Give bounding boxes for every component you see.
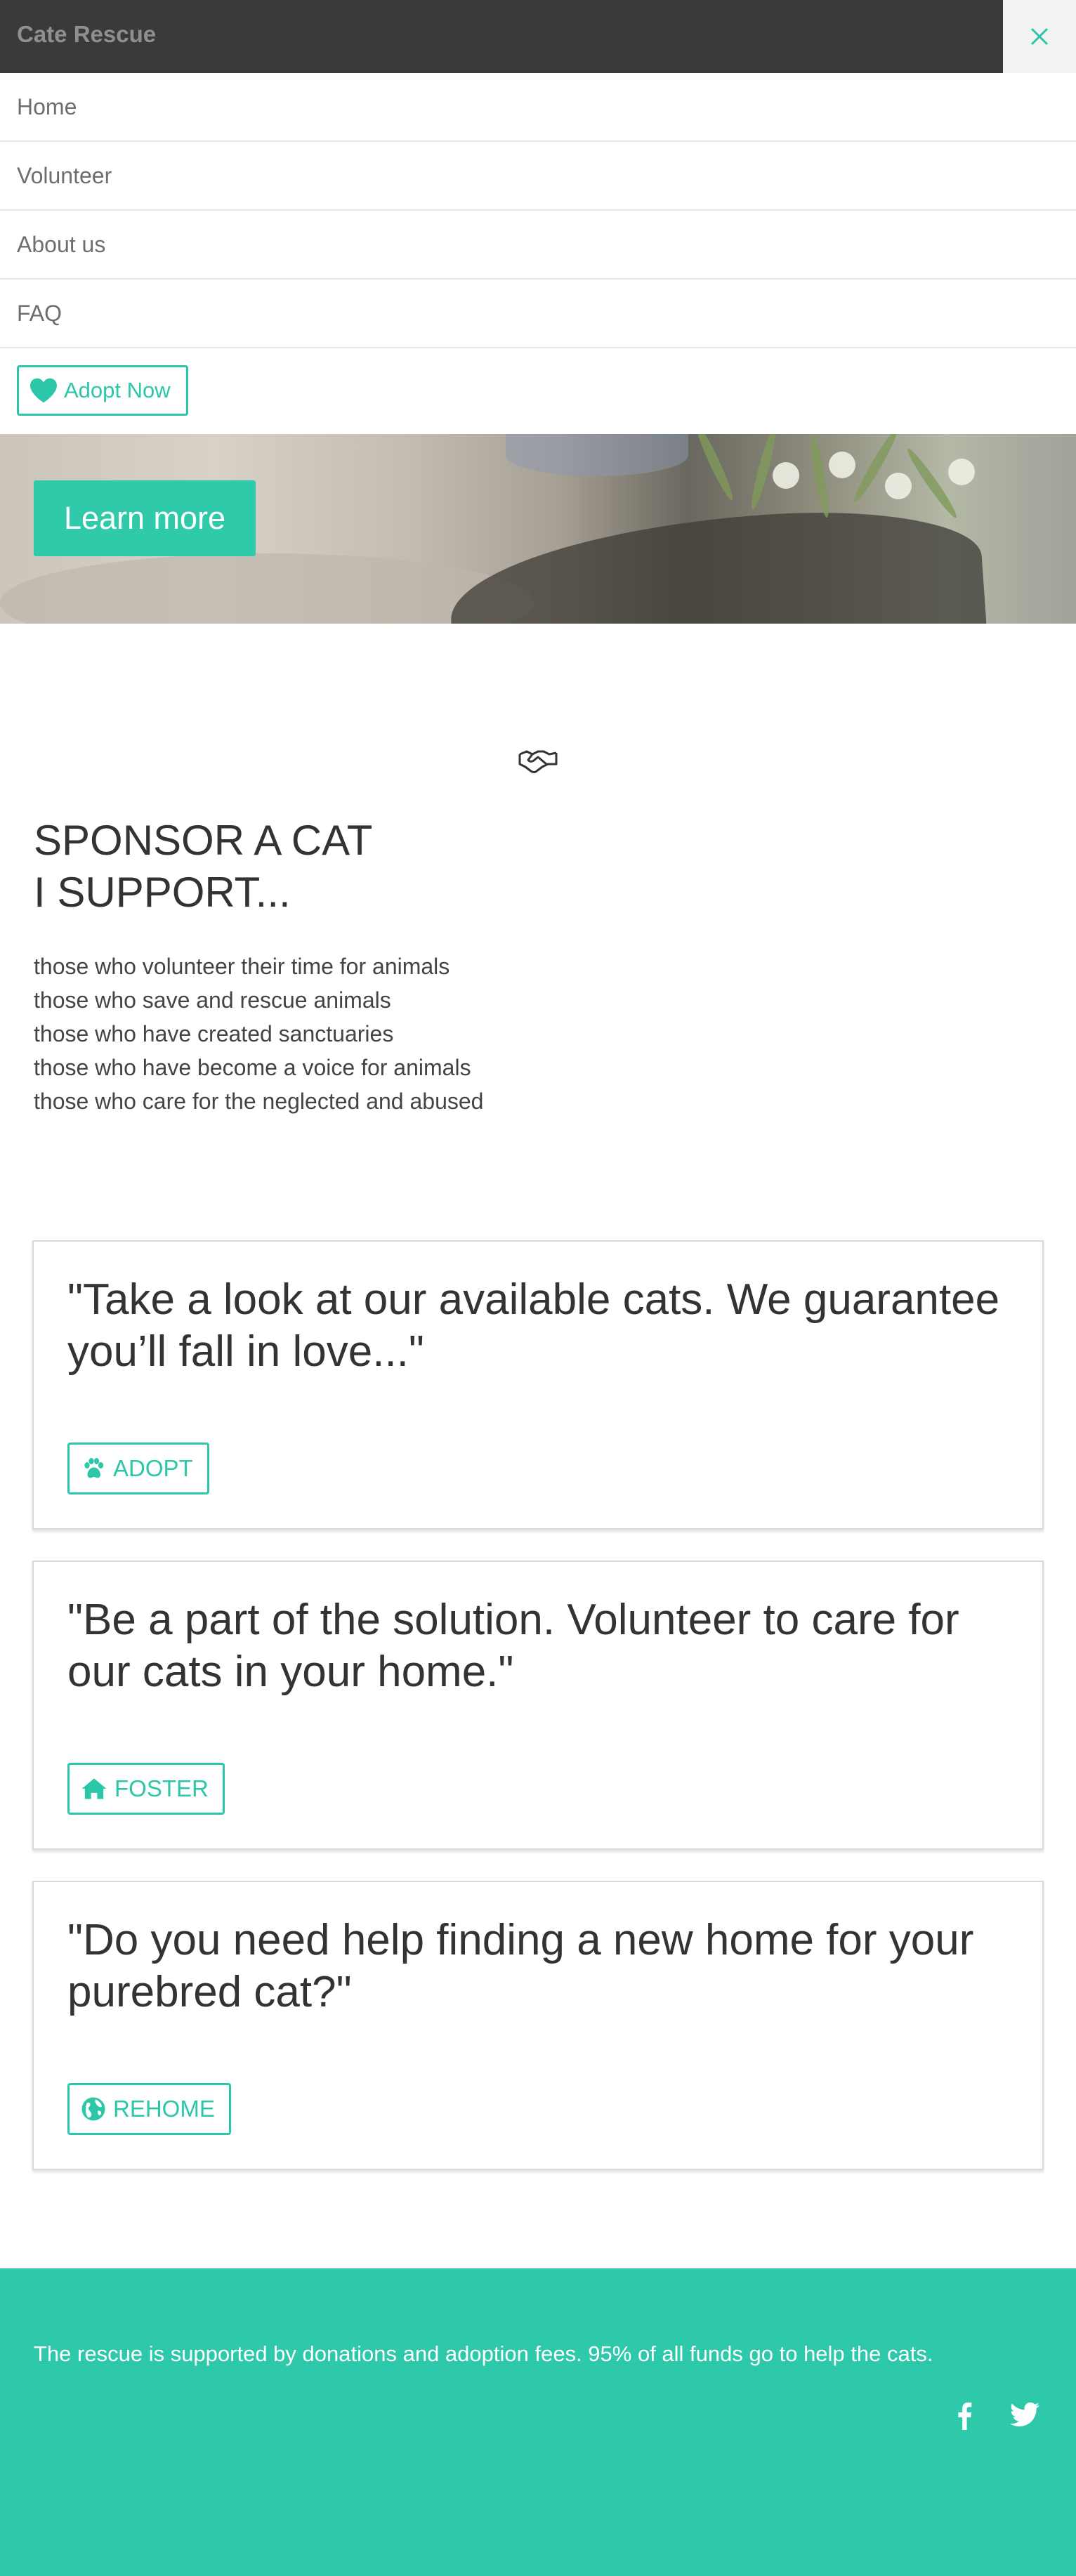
support-list-item: those who care for the neglected and abu… [34,1089,484,1114]
close-menu-button[interactable] [1003,0,1076,73]
facebook-icon[interactable] [954,2402,975,2430]
hero-leaf [692,434,737,503]
hero-banner: Learn more [0,434,1076,624]
support-list-item: those who have created sanctuaries [34,1021,394,1046]
nav-item-home[interactable]: Home [0,73,1076,142]
sponsor-title: SPONSOR A CAT I SUPPORT... [34,815,372,919]
close-icon [1030,27,1049,46]
hero-bg-detail [506,434,688,476]
nav-item-about-us[interactable]: About us [0,211,1076,280]
sponsor-title-line1: SPONSOR A CAT [34,817,373,864]
top-bar: Cate Rescue [0,0,1076,73]
hero-flower [885,473,912,499]
foster-button[interactable]: FOSTER [67,1763,225,1815]
adopt-now-label: Adopt Now [64,378,171,402]
support-list-item: those who save and rescue animals [34,987,391,1013]
learn-more-button[interactable]: Learn more [34,480,256,556]
adopt-now-button[interactable]: Adopt Now [17,365,188,416]
foster-card: "Be a part of the solution. Volunteer to… [32,1560,1044,1850]
adopt-card: "Take a look at our available cats. We g… [32,1240,1044,1530]
paw-icon [84,1458,104,1478]
nav-adopt-wrapper: Adopt Now [0,348,1076,433]
adopt-button-label: ADOPT [113,1455,193,1481]
handshake-icon [518,750,558,773]
hero-flower [773,462,799,489]
rehome-card-quote: "Do you need help finding a new home for… [67,1916,974,2016]
nav-item-volunteer[interactable]: Volunteer [0,142,1076,211]
hero-leaf [903,445,961,521]
globe-icon [81,2097,105,2121]
adopt-button[interactable]: ADOPT [67,1443,209,1494]
support-list-item: those who have become a voice for animal… [34,1055,471,1080]
rehome-card: "Do you need help finding a new home for… [32,1881,1044,2170]
sponsor-title-line2: I SUPPORT... [34,869,291,916]
rehome-button[interactable]: REHOME [67,2083,231,2135]
footer: The rescue is supported by donations and… [0,2268,1076,2576]
nav-item-faq[interactable]: FAQ [0,280,1076,348]
support-list-item: those who volunteer their time for anima… [34,954,450,979]
hero-flower [829,452,855,478]
footer-text: The rescue is supported by donations and… [34,2341,933,2366]
heart-icon [30,378,57,403]
foster-card-quote: "Be a part of the solution. Volunteer to… [67,1596,959,1696]
hero-pot-shape [445,499,988,624]
foster-button-label: FOSTER [114,1775,209,1801]
brand-name[interactable]: Cate Rescue [17,21,156,48]
adopt-card-quote: "Take a look at our available cats. We g… [67,1275,1000,1376]
hero-leaf [807,434,832,519]
rehome-button-label: REHOME [113,2096,215,2122]
support-list: those who volunteer their time for anima… [34,949,483,1118]
home-icon [81,1778,107,1799]
hero-flower [948,459,975,485]
twitter-icon[interactable] [1010,2402,1039,2427]
nav-menu: Home Volunteer About us FAQ Adopt Now [0,73,1076,433]
